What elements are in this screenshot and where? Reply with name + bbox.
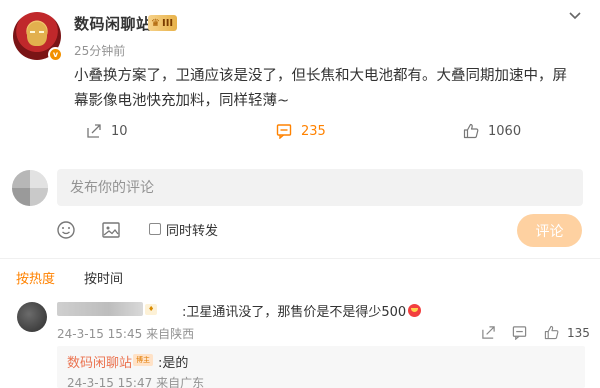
avatar-mask-shape bbox=[27, 22, 47, 46]
reply-author[interactable]: 数码闲聊站 bbox=[67, 352, 132, 371]
reply-box: 数码闲聊站 博主 :是的 24-3-15 15:47 来自广东 bbox=[57, 346, 585, 388]
also-repost-checkbox[interactable] bbox=[149, 223, 161, 235]
comment-like-count: 135 bbox=[567, 326, 590, 340]
more-icon[interactable] bbox=[566, 9, 584, 23]
reply-text: :是的 bbox=[158, 356, 189, 371]
level-text: III bbox=[161, 17, 174, 29]
weibo-post: v 数码闲聊站 ♛ III 25分钟前 小叠换方案了，卫通应该是没了，但长焦和大… bbox=[0, 0, 600, 160]
comment-button[interactable]: 235 bbox=[276, 120, 326, 142]
sort-by-hot-tab[interactable]: 按热度 bbox=[16, 268, 55, 287]
post-actions: 10 235 1060 bbox=[0, 120, 600, 142]
comment-time: 24-3-15 15:45 bbox=[57, 327, 143, 341]
comment-input[interactable] bbox=[57, 169, 583, 206]
sort-by-time-tab[interactable]: 按时间 bbox=[84, 268, 123, 287]
comment-meta: 24-3-15 15:45 来自陕西 bbox=[57, 325, 194, 342]
avatar-blur-block bbox=[12, 170, 30, 188]
image-icon[interactable] bbox=[101, 220, 121, 240]
comment-icon bbox=[276, 124, 292, 139]
comment-icon bbox=[512, 326, 527, 340]
like-button[interactable]: 1060 bbox=[463, 120, 521, 142]
reply-meta: 24-3-15 15:47 来自广东 bbox=[67, 374, 204, 388]
commenter-avatar[interactable] bbox=[17, 302, 47, 332]
also-repost-label[interactable]: 同时转发 bbox=[166, 220, 218, 239]
comment-repost-button[interactable] bbox=[481, 325, 496, 341]
divider bbox=[0, 258, 600, 259]
diamond-icon: ♦ bbox=[148, 305, 155, 313]
comment-body: :卫星通讯没了，那售价是不是得少500 bbox=[182, 305, 407, 320]
crown-icon: ♛ bbox=[151, 17, 160, 29]
repost-count: 10 bbox=[111, 123, 128, 139]
comment-location: 来自陕西 bbox=[146, 327, 195, 341]
fan-badge: ♦ bbox=[145, 304, 158, 315]
author-name[interactable]: 数码闲聊站 bbox=[74, 13, 152, 34]
fire-emoji-icon bbox=[408, 304, 422, 317]
comment-text: :卫星通讯没了，那售价是不是得少500 bbox=[182, 301, 422, 320]
commenter-name-blurred[interactable] bbox=[57, 302, 143, 316]
avatar-eye-left bbox=[30, 31, 35, 33]
avatar-blur-block bbox=[30, 170, 48, 188]
repost-icon bbox=[87, 124, 101, 138]
like-icon bbox=[544, 325, 559, 340]
comment-count: 235 bbox=[301, 123, 326, 139]
avatar-blur-block bbox=[12, 188, 30, 206]
repost-icon bbox=[482, 326, 495, 339]
comment-composer: 同时转发 评论 bbox=[0, 162, 600, 254]
reply-location: 来自广东 bbox=[156, 376, 205, 388]
comment-reply-button[interactable] bbox=[512, 325, 527, 341]
verified-badge-icon: v bbox=[48, 47, 63, 62]
like-count: 1060 bbox=[488, 123, 522, 139]
post-text: 小叠换方案了，卫通应该是没了，但长焦和大电池都有。大叠同期加速中，屏幕影像电池快… bbox=[74, 68, 567, 109]
level-badge[interactable]: ♛ III bbox=[148, 15, 178, 31]
comment-like-button[interactable] bbox=[544, 325, 559, 341]
like-icon bbox=[463, 123, 479, 139]
avatar-eye-right bbox=[39, 31, 44, 33]
repost-button[interactable]: 10 bbox=[86, 120, 128, 142]
reply-time: 24-3-15 15:47 bbox=[67, 376, 153, 388]
submit-comment-button[interactable]: 评论 bbox=[517, 214, 582, 247]
avatar-blur-block bbox=[30, 188, 48, 206]
blogger-badge: 博主 bbox=[133, 354, 153, 366]
emoji-icon[interactable] bbox=[56, 220, 76, 240]
post-time[interactable]: 25分钟前 bbox=[74, 42, 125, 59]
current-user-avatar[interactable] bbox=[12, 170, 48, 206]
